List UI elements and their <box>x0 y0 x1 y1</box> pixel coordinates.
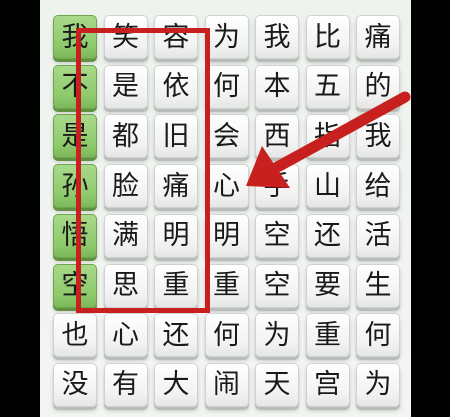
annotation-arrow-icon <box>246 91 411 188</box>
